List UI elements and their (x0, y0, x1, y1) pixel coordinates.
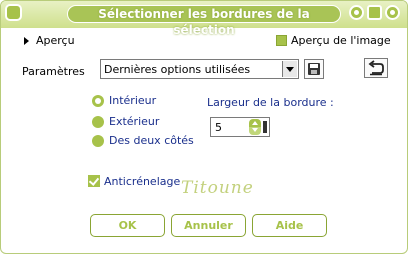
radio-button[interactable] (92, 116, 104, 128)
preset-dropdown[interactable]: Dernières options utilisées (100, 59, 299, 79)
radio-button-selected[interactable] (92, 95, 104, 107)
spin-up-icon[interactable] (249, 119, 261, 127)
ok-button[interactable]: OK (90, 214, 165, 237)
radio-inside-label: Intérieur (109, 94, 157, 107)
spin-down-icon[interactable] (249, 127, 261, 135)
border-width-label: Largeur de la bordure : (207, 96, 334, 109)
restore-icon[interactable] (367, 5, 382, 20)
window-title: Sélectionner les bordures de la sélectio… (98, 7, 310, 37)
image-preview-label: Aperçu de l'image (291, 34, 391, 47)
radio-outside-label: Extérieur (109, 115, 160, 128)
radio-button[interactable] (92, 135, 104, 147)
cancel-button[interactable]: Annuler (171, 214, 246, 237)
watermark-signature: Titoune (181, 178, 254, 198)
radio-both-sides-label: Des deux côtés (109, 134, 194, 147)
close-icon[interactable] (385, 5, 400, 20)
floppy-disk-icon (308, 63, 320, 75)
help-button[interactable]: Aide (252, 214, 327, 237)
antialias-checkbox[interactable] (88, 175, 100, 187)
image-preview-checkbox[interactable] (276, 35, 287, 46)
spinner-buttons[interactable] (249, 119, 261, 135)
spinner-slider-handle[interactable] (263, 121, 267, 133)
border-width-value[interactable]: 5 (215, 121, 222, 134)
reset-button[interactable] (364, 58, 388, 78)
system-menu-icon[interactable] (5, 4, 22, 21)
preset-dropdown-value: Dernières options utilisées (104, 63, 251, 76)
border-width-spinner[interactable]: 5 (210, 117, 270, 137)
help-icon[interactable] (349, 5, 364, 20)
settings-label: Paramètres (22, 65, 85, 78)
chevron-down-icon[interactable] (282, 61, 297, 77)
dialog-window: Sélectionner les bordures de la sélectio… (0, 0, 408, 254)
antialias-label: Anticrénelage (104, 175, 181, 188)
reset-arrow-icon (368, 60, 384, 76)
preview-toggle-label: Aperçu (36, 34, 75, 47)
title-bar[interactable]: Sélectionner les bordures de la sélectio… (1, 1, 407, 37)
expand-triangle-icon[interactable] (24, 37, 29, 45)
title-pill: Sélectionner les bordures de la sélectio… (67, 5, 341, 37)
save-preset-button[interactable] (304, 59, 324, 79)
